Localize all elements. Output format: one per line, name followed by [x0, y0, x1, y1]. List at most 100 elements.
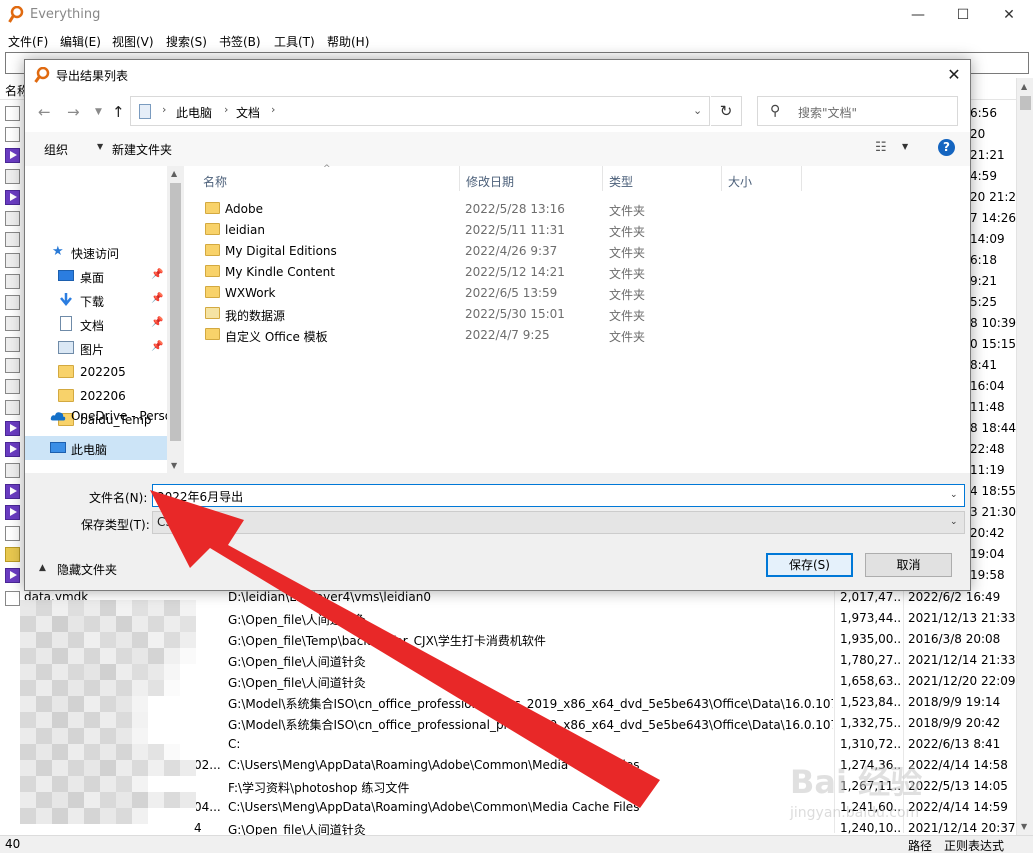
- column-header-modified[interactable]: 修改日期: [460, 166, 603, 191]
- list-item[interactable]: WXWork 2022/6/5 13:59 文件夹: [185, 282, 970, 303]
- time-cell: 4:59: [970, 169, 997, 183]
- close-window-button[interactable]: ✕: [986, 0, 1032, 31]
- scrollbar-thumb[interactable]: [170, 183, 181, 441]
- settings-file-icon: [5, 400, 20, 415]
- breadcrumb-this-pc[interactable]: 此电脑: [176, 104, 212, 121]
- nav-item-desktop[interactable]: 桌面 📌: [25, 264, 167, 288]
- menu-edit[interactable]: 编辑(E): [60, 33, 101, 50]
- column-header-size[interactable]: 大小: [722, 166, 802, 191]
- pin-icon: 📌: [151, 293, 164, 304]
- refresh-button[interactable]: ↻: [711, 96, 742, 126]
- menu-help[interactable]: 帮助(H): [327, 33, 369, 50]
- time-cell: 0 15:15: [970, 337, 1016, 351]
- minimize-button[interactable]: —: [895, 0, 941, 31]
- main-vertical-scrollbar[interactable]: ▲ ▼: [1016, 78, 1033, 835]
- time-cell: 8 18:44: [970, 421, 1016, 435]
- up-arrow-icon[interactable]: ↑: [112, 103, 125, 121]
- help-icon[interactable]: ?: [938, 139, 955, 156]
- filetype-dropdown-icon[interactable]: ⌄: [950, 517, 958, 527]
- picture-icon: [58, 341, 74, 354]
- organize-button[interactable]: 组织: [44, 141, 68, 158]
- scroll-down-arrow-icon[interactable]: ▼: [1021, 822, 1027, 831]
- column-header-name[interactable]: 名称 ^: [185, 164, 460, 191]
- watermark-text: Bai 经验: [790, 763, 923, 801]
- new-folder-button[interactable]: 新建文件夹: [112, 141, 172, 158]
- menu-tools[interactable]: 工具(T): [274, 33, 315, 50]
- row-path: G:\Open_file\人间道针灸: [228, 613, 366, 627]
- file-date: 2022/5/28 13:16: [465, 202, 565, 216]
- nav-item-onedrive[interactable]: [25, 464, 167, 473]
- dialog-close-button[interactable]: ✕: [937, 63, 971, 87]
- breadcrumb-chevron-icon[interactable]: ›: [271, 103, 275, 116]
- nav-pane-scrollbar[interactable]: ▲ ▼: [167, 166, 184, 473]
- filename-input[interactable]: 2022年6月导出 ⌄: [152, 484, 965, 507]
- breadcrumb-chevron-icon[interactable]: ›: [224, 103, 228, 116]
- menu-view[interactable]: 视图(V): [112, 33, 154, 50]
- scroll-down-arrow-icon[interactable]: ▼: [171, 461, 177, 470]
- nav-item-downloads[interactable]: 下载 📌: [25, 288, 167, 312]
- organize-dropdown-icon[interactable]: ▼: [97, 142, 103, 151]
- folder-icon: [205, 265, 220, 277]
- list-item[interactable]: leidian 2022/5/11 11:31 文件夹: [185, 219, 970, 240]
- column-header-label: 类型: [609, 175, 634, 189]
- dialog-search-input[interactable]: ⚲ 搜索"文档": [757, 96, 958, 126]
- scrollbar-thumb[interactable]: [1020, 96, 1031, 110]
- time-cell: 19:58: [970, 568, 1005, 582]
- file-type: 文件夹: [609, 288, 646, 302]
- address-dropdown-icon[interactable]: ⌄: [693, 104, 702, 117]
- list-item[interactable]: My Kindle Content 2022/5/12 14:21 文件夹: [185, 261, 970, 282]
- menu-search[interactable]: 搜索(S): [166, 33, 207, 50]
- view-dropdown-icon[interactable]: ▼: [902, 142, 908, 151]
- column-header-type[interactable]: 类型: [603, 166, 722, 191]
- breadcrumb-documents[interactable]: 文档: [236, 104, 260, 121]
- row-size: 1,658,63...: [840, 674, 902, 688]
- time-cell: 16:04: [970, 379, 1005, 393]
- time-cell: 8:41: [970, 358, 997, 372]
- file-name: My Kindle Content: [225, 265, 335, 279]
- menu-bookmarks[interactable]: 书签(B): [219, 33, 261, 50]
- nav-item-quick-access[interactable]: ★ 快速访问: [25, 240, 167, 264]
- filename-dropdown-icon[interactable]: ⌄: [950, 490, 958, 500]
- chevron-up-icon[interactable]: ▲: [39, 563, 46, 573]
- folder-icon: [58, 389, 74, 402]
- forward-arrow-icon[interactable]: →: [67, 103, 80, 121]
- nav-item-pictures[interactable]: 图片 📌: [25, 336, 167, 360]
- time-cell: 5:25: [970, 295, 997, 309]
- hide-folders-toggle[interactable]: 隐藏文件夹: [57, 561, 117, 578]
- file-type: 文件夹: [609, 225, 646, 239]
- breadcrumb-chevron-icon[interactable]: ›: [162, 103, 166, 116]
- save-button[interactable]: 保存(S): [766, 553, 853, 577]
- maximize-button[interactable]: ☐: [940, 0, 986, 31]
- list-item[interactable]: Adobe 2022/5/28 13:16 文件夹: [185, 198, 970, 219]
- menu-file[interactable]: 文件(F): [8, 33, 48, 50]
- file-type: 文件夹: [609, 204, 646, 218]
- list-item[interactable]: 我的数据源 2022/5/30 15:01 文件夹: [185, 303, 970, 324]
- file-type: 文件夹: [609, 246, 646, 260]
- row-date: 2018/9/9 19:14: [908, 695, 1001, 709]
- file-icon: [5, 526, 20, 541]
- nav-item-onedrive[interactable]: OneDrive - Perso: [25, 404, 167, 428]
- nav-item-folder-202205[interactable]: 202205: [25, 360, 167, 384]
- nav-item-label: 此电脑: [71, 443, 108, 457]
- settings-file-icon: [5, 169, 20, 184]
- settings-file-icon: [5, 211, 20, 226]
- list-item[interactable]: 自定义 Office 模板 2022/4/7 9:25 文件夹: [185, 324, 970, 345]
- file-date: 2022/6/5 13:59: [465, 286, 558, 300]
- row-path: C:\Users\Meng\AppData\Roaming\Adobe\Comm…: [228, 758, 640, 772]
- filename-value[interactable]: 2022年6月导出: [157, 488, 243, 505]
- back-arrow-icon[interactable]: ←: [38, 103, 51, 121]
- cancel-button[interactable]: 取消: [865, 553, 952, 577]
- scroll-up-arrow-icon[interactable]: ▲: [171, 169, 177, 178]
- status-regex-label: 正则表达式: [944, 839, 1005, 853]
- nav-item-documents[interactable]: 文档 📌: [25, 312, 167, 336]
- address-bar[interactable]: › 此电脑 › 文档 › ⌄: [130, 96, 710, 126]
- recent-locations-chevron-icon[interactable]: ▼: [95, 107, 102, 117]
- view-options-icon[interactable]: ☷: [875, 140, 887, 155]
- list-item[interactable]: My Digital Editions 2022/4/26 9:37 文件夹: [185, 240, 970, 261]
- filetype-select[interactable]: CSV (*.csv) ⌄: [152, 511, 965, 534]
- scroll-up-arrow-icon[interactable]: ▲: [1021, 82, 1027, 91]
- nav-item-label: 快速访问: [71, 247, 120, 261]
- nav-item-this-pc[interactable]: 此电脑: [25, 436, 167, 460]
- row-path: C:: [228, 737, 241, 751]
- folder-icon: [58, 365, 74, 378]
